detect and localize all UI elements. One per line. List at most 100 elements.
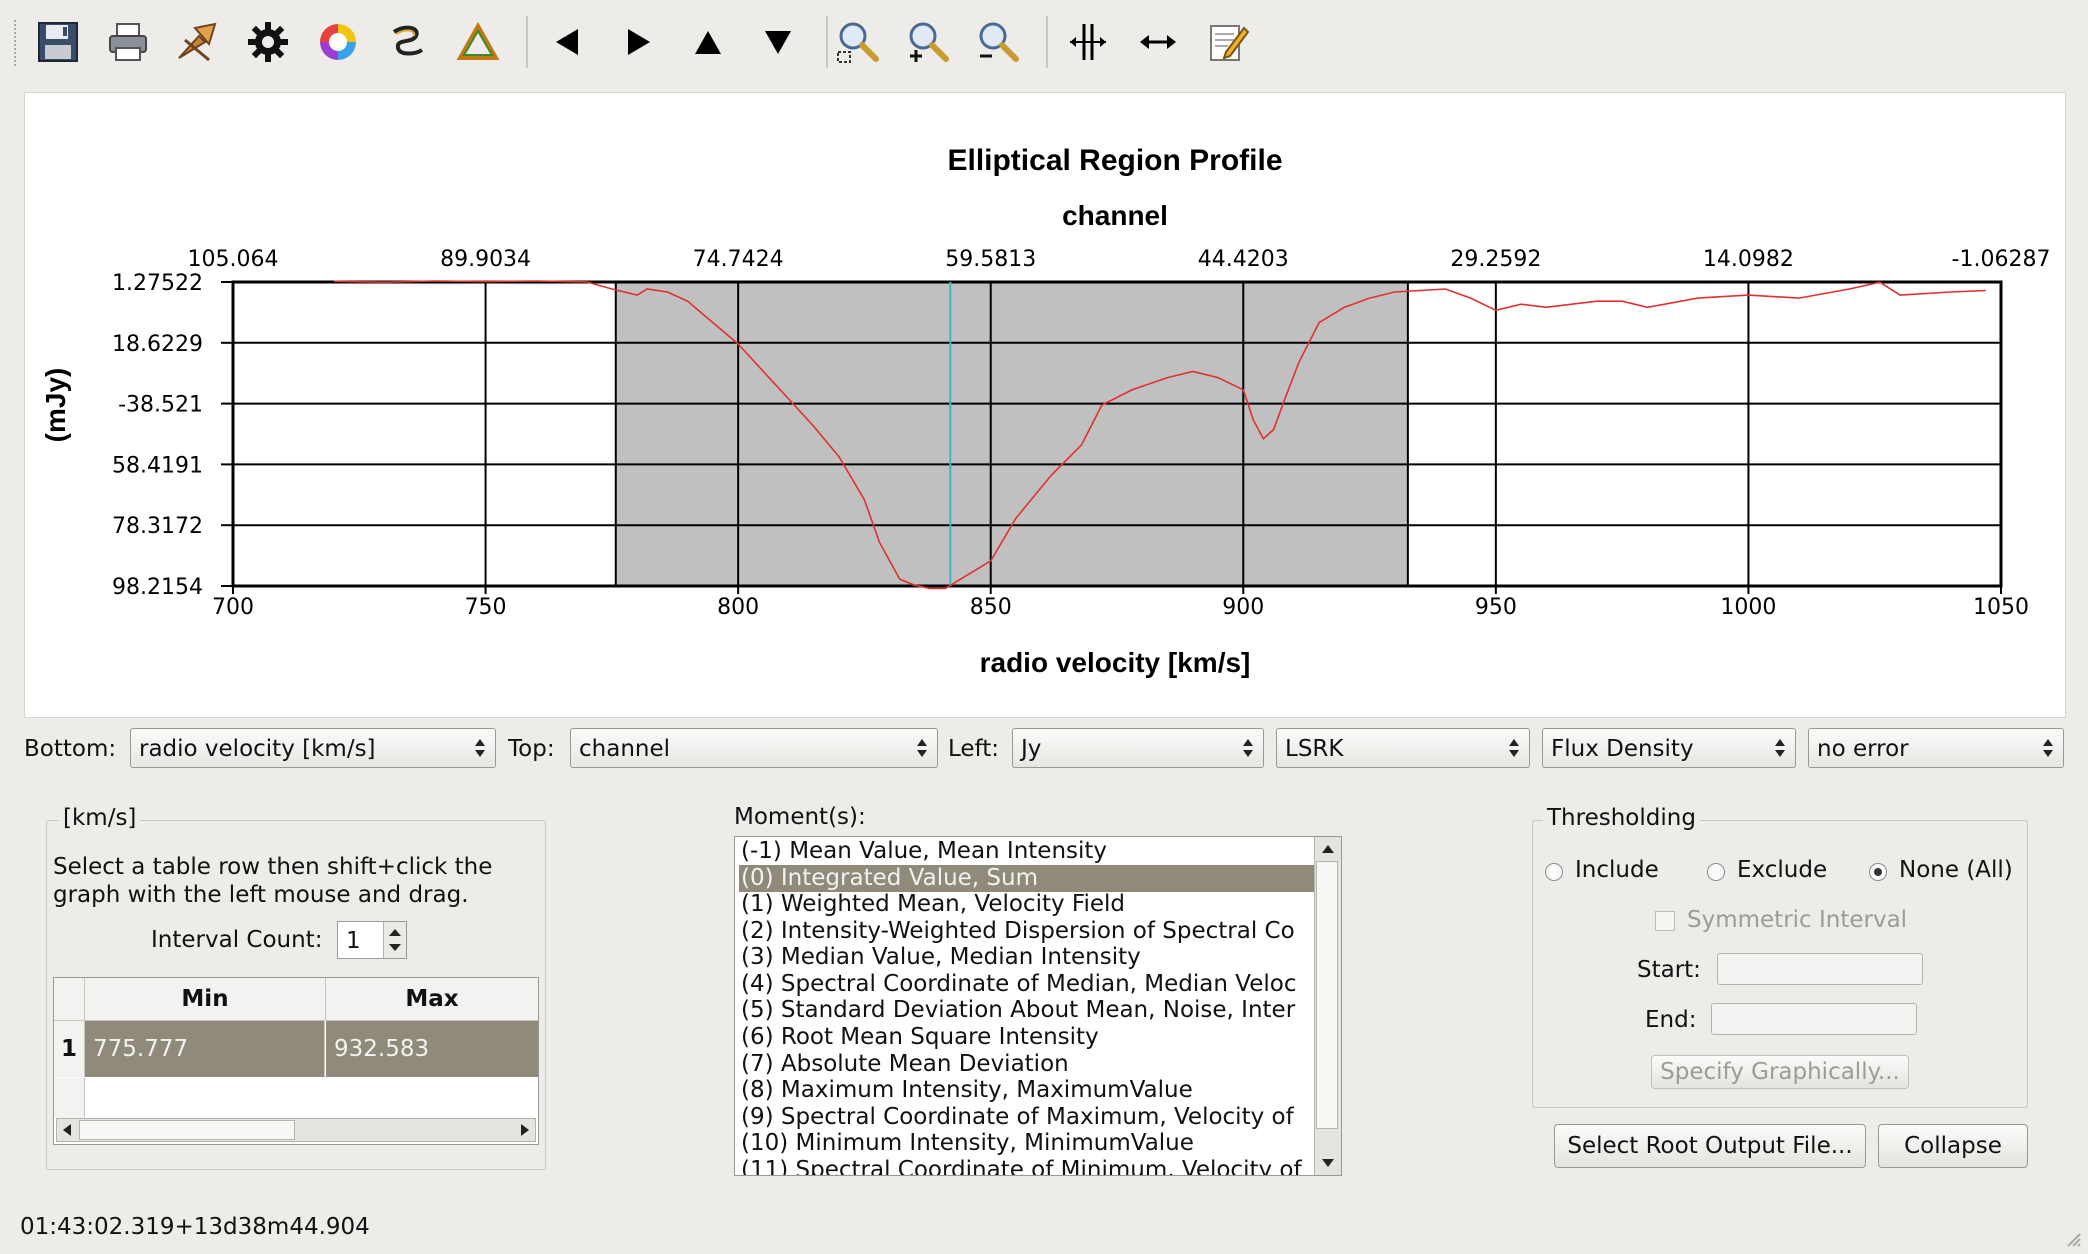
list-item[interactable]: (9) Spectral Coordinate of Maximum, Velo…: [741, 1104, 1294, 1131]
zoom-out-icon[interactable]: [970, 14, 1026, 70]
exclude-label[interactable]: Exclude: [1737, 857, 1827, 883]
range-max-cell[interactable]: 932.583: [326, 1021, 538, 1077]
list-item[interactable]: (10) Minimum Intensity, MinimumValue: [741, 1130, 1194, 1157]
bottom-axis-label: radio velocity [km/s]: [980, 647, 1251, 678]
spin-buttons[interactable]: [383, 922, 406, 958]
toolbar-grip[interactable]: [14, 20, 22, 66]
list-item[interactable]: (7) Absolute Mean Deviation: [741, 1051, 1069, 1078]
resize-grip-icon[interactable]: [2062, 1228, 2082, 1248]
export-icon[interactable]: [170, 14, 226, 70]
list-item[interactable]: (11) Spectral Coordinate of Minimum, Vel…: [741, 1157, 1302, 1175]
pan-left-icon[interactable]: [540, 14, 596, 70]
x-tick-label: 750: [465, 595, 507, 620]
print-icon[interactable]: [100, 14, 156, 70]
quantity-select[interactable]: Flux Density: [1542, 728, 1796, 768]
range-select-icon[interactable]: [1060, 14, 1116, 70]
toolbar: [0, 0, 2088, 84]
specify-graphically-button[interactable]: Specify Graphically...: [1651, 1055, 1909, 1089]
list-item[interactable]: (8) Maximum Intensity, MaximumValue: [741, 1077, 1193, 1104]
color-wheel-icon[interactable]: [310, 14, 366, 70]
range-group: [km/s] Select a table row then shift+cli…: [46, 805, 546, 1170]
x-tick-label: 1000: [1720, 595, 1776, 620]
list-item[interactable]: (2) Intensity-Weighted Dispersion of Spe…: [741, 918, 1295, 945]
x-tick-label: 850: [970, 595, 1012, 620]
moments-list[interactable]: (-1) Mean Value, Mean Intensity (0) Inte…: [734, 836, 1342, 1176]
left-axis-units-select[interactable]: Jy: [1012, 728, 1264, 768]
zoom-fit-icon[interactable]: [830, 14, 886, 70]
top-axis-label: channel: [1062, 200, 1168, 231]
frame-select[interactable]: LSRK: [1276, 728, 1530, 768]
table-horizontal-scrollbar[interactable]: [56, 1118, 536, 1142]
range-group-title: [km/s]: [59, 805, 141, 831]
save-icon[interactable]: [30, 14, 86, 70]
range-table[interactable]: Min Max 1 775.777 932.583: [53, 977, 539, 1145]
scroll-left-icon[interactable]: [61, 1123, 73, 1137]
top-axis-select[interactable]: channel: [570, 728, 938, 768]
left-axis-label: (mJy): [40, 368, 71, 443]
scroll-down-icon[interactable]: [1321, 1157, 1335, 1169]
thresholding-group: Thresholding Include Exclude None (All) …: [1532, 805, 2028, 1108]
triangle-icon[interactable]: [450, 14, 506, 70]
pan-up-icon[interactable]: [680, 14, 736, 70]
exclude-radio[interactable]: [1707, 863, 1725, 881]
scroll-right-icon[interactable]: [519, 1123, 531, 1137]
annotate-icon[interactable]: [1200, 14, 1256, 70]
top-tick-label: 44.4203: [1198, 247, 1289, 272]
include-radio[interactable]: [1545, 863, 1563, 881]
list-item[interactable]: (3) Median Value, Median Intensity: [741, 944, 1141, 971]
col-min-header[interactable]: Min: [85, 978, 326, 1020]
include-label[interactable]: Include: [1575, 857, 1659, 883]
select-root-output-file-button[interactable]: Select Root Output File...: [1554, 1124, 1866, 1168]
horizontal-arrow-icon[interactable]: [1130, 14, 1186, 70]
top-tick-label: -1.06287: [1952, 247, 2051, 272]
interval-count-label: Interval Count:: [151, 927, 323, 953]
spin-arrows-icon: [389, 929, 401, 951]
smooth-icon[interactable]: [380, 14, 436, 70]
settings-gear-icon[interactable]: [240, 14, 296, 70]
range-instructions: Select a table row then shift+click the …: [53, 854, 493, 908]
y-tick-label: 98.2154: [112, 575, 203, 600]
symmetric-interval-label[interactable]: Symmetric Interval: [1687, 907, 1907, 933]
error-select[interactable]: no error: [1808, 728, 2064, 768]
list-item[interactable]: (-1) Mean Value, Mean Intensity: [741, 838, 1107, 865]
zoom-in-icon[interactable]: [900, 14, 956, 70]
start-field[interactable]: [1717, 953, 1923, 985]
combo-arrows-icon: [917, 739, 927, 757]
thresholding-title: Thresholding: [1543, 805, 1700, 831]
table-row[interactable]: 1 775.777 932.583: [54, 1021, 538, 1077]
moments-vertical-scrollbar[interactable]: [1314, 837, 1341, 1175]
x-tick-label: 800: [717, 595, 759, 620]
x-tick-label: 950: [1475, 595, 1517, 620]
symmetric-interval-checkbox[interactable]: [1655, 911, 1675, 931]
profile-chart[interactable]: Elliptical Region Profile channel radio …: [25, 93, 2065, 717]
axis-controls: Bottom: radio velocity [km/s] Top: chann…: [0, 728, 2088, 772]
collapse-button[interactable]: Collapse: [1878, 1124, 2028, 1168]
col-max-header[interactable]: Max: [326, 978, 538, 1020]
top-tick-label: 59.5813: [945, 247, 1036, 272]
scrollbar-thumb[interactable]: [79, 1120, 295, 1140]
top-tick-label: 29.2592: [1450, 247, 1541, 272]
none-all-radio[interactable]: [1869, 863, 1887, 881]
pan-down-icon[interactable]: [750, 14, 806, 70]
x-tick-label: 900: [1222, 595, 1264, 620]
list-item[interactable]: (4) Spectral Coordinate of Median, Media…: [741, 971, 1296, 998]
scrollbar-thumb[interactable]: [1316, 861, 1338, 1129]
bottom-axis-select[interactable]: radio velocity [km/s]: [130, 728, 496, 768]
list-item[interactable]: (1) Weighted Mean, Velocity Field: [741, 891, 1125, 918]
range-min-cell[interactable]: 775.777: [85, 1021, 325, 1077]
scroll-up-icon[interactable]: [1321, 843, 1335, 855]
list-item-selected[interactable]: (0) Integrated Value, Sum: [739, 865, 1317, 892]
profile-plot[interactable]: Elliptical Region Profile channel radio …: [24, 92, 2066, 718]
list-item[interactable]: (6) Root Mean Square Intensity: [741, 1024, 1099, 1051]
interval-count-spinbox[interactable]: 1: [337, 921, 407, 959]
y-tick-label: 78.3172: [112, 514, 203, 539]
none-all-label[interactable]: None (All): [1899, 857, 2013, 883]
y-tick-label: -38.521: [118, 393, 203, 418]
pan-right-icon[interactable]: [610, 14, 666, 70]
combo-arrows-icon: [1243, 739, 1253, 757]
end-field[interactable]: [1711, 1003, 1917, 1035]
range-table-header: Min Max: [54, 978, 538, 1021]
y-tick-label: 18.6229: [112, 332, 203, 357]
moments-label: Moment(s):: [734, 804, 866, 830]
list-item[interactable]: (5) Standard Deviation About Mean, Noise…: [741, 997, 1295, 1024]
